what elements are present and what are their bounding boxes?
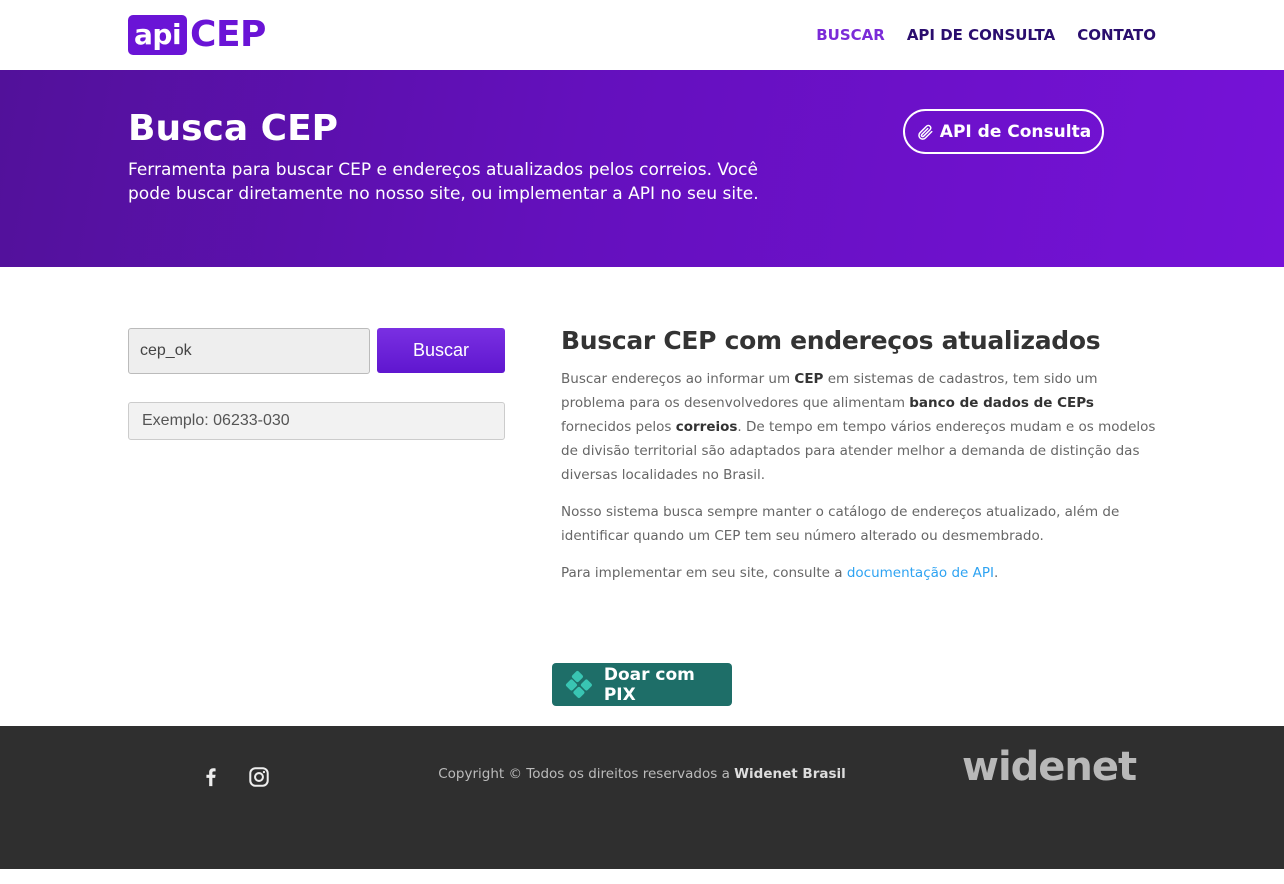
p1-text-a: Buscar endereços ao informar um: [561, 371, 795, 387]
cep-search-input[interactable]: [128, 402, 505, 440]
paperclip-icon: [918, 124, 933, 140]
copyright-company: Widenet Brasil: [734, 766, 846, 782]
content-title: Buscar CEP com endereços atualizados: [561, 326, 1101, 355]
site-footer: Copyright © Todos os direitos reservados…: [0, 726, 1284, 869]
nav-api-de-consulta[interactable]: API DE CONSULTA: [907, 26, 1055, 44]
hero-description: Ferramenta para buscar CEP e endereços a…: [128, 160, 759, 204]
copyright-prefix: Copyright © Todos os direitos reservados…: [438, 766, 735, 782]
facebook-icon[interactable]: [196, 762, 226, 792]
api-docs-link[interactable]: documentação de API: [847, 565, 994, 581]
buscar-button[interactable]: Buscar: [377, 328, 505, 373]
doar-pix-label: Doar com PIX: [603, 664, 695, 705]
bottom-strip: [0, 869, 1284, 884]
hero-banner: Busca CEP Ferramenta para buscar CEP e e…: [0, 70, 1284, 267]
content-paragraph-3: Para implementar em seu site, consulte a…: [561, 561, 1161, 585]
p1-bold-banco: banco de dados de CEPs: [909, 395, 1094, 411]
page-title: Busca CEP: [128, 108, 339, 149]
logo-api-text: api: [128, 15, 188, 55]
p1-text-d: fornecidos pelos: [561, 419, 676, 435]
pix-icon: [565, 670, 592, 698]
main-nav: BUSCAR API DE CONSULTA CONTATO: [816, 26, 1156, 44]
copyright-text: Copyright © Todos os direitos reservados…: [380, 764, 904, 784]
widenet-logo[interactable]: widenet: [962, 742, 1137, 792]
nav-buscar[interactable]: BUSCAR: [816, 26, 885, 44]
p1-bold-correios: correios: [675, 419, 738, 435]
site-header: api CEP BUSCAR API DE CONSULTA CONTATO: [0, 0, 1284, 70]
content-paragraph-2: Nosso sistema busca sempre manter o catá…: [561, 504, 1120, 544]
content-paragraph-1: Buscar endereços ao informar um CEP em s…: [561, 367, 1161, 487]
api-consulta-button-label: API de Consulta: [939, 121, 1092, 142]
site-logo[interactable]: api CEP: [128, 15, 266, 55]
logo-cep-text: CEP: [190, 14, 266, 55]
doar-pix-button[interactable]: Doar com PIX: [552, 663, 732, 706]
cep-ok-field[interactable]: [128, 328, 370, 374]
api-consulta-button[interactable]: API de Consulta: [903, 109, 1104, 154]
p3-text-a: Para implementar em seu site, consulte a: [561, 565, 847, 581]
nav-contato[interactable]: CONTATO: [1077, 26, 1156, 44]
p3-text-b: .: [993, 565, 999, 581]
p1-bold-cep: CEP: [794, 371, 824, 387]
content-section: Buscar CEP com endereços atualizados Bus…: [561, 325, 1161, 598]
instagram-icon[interactable]: [244, 762, 274, 792]
